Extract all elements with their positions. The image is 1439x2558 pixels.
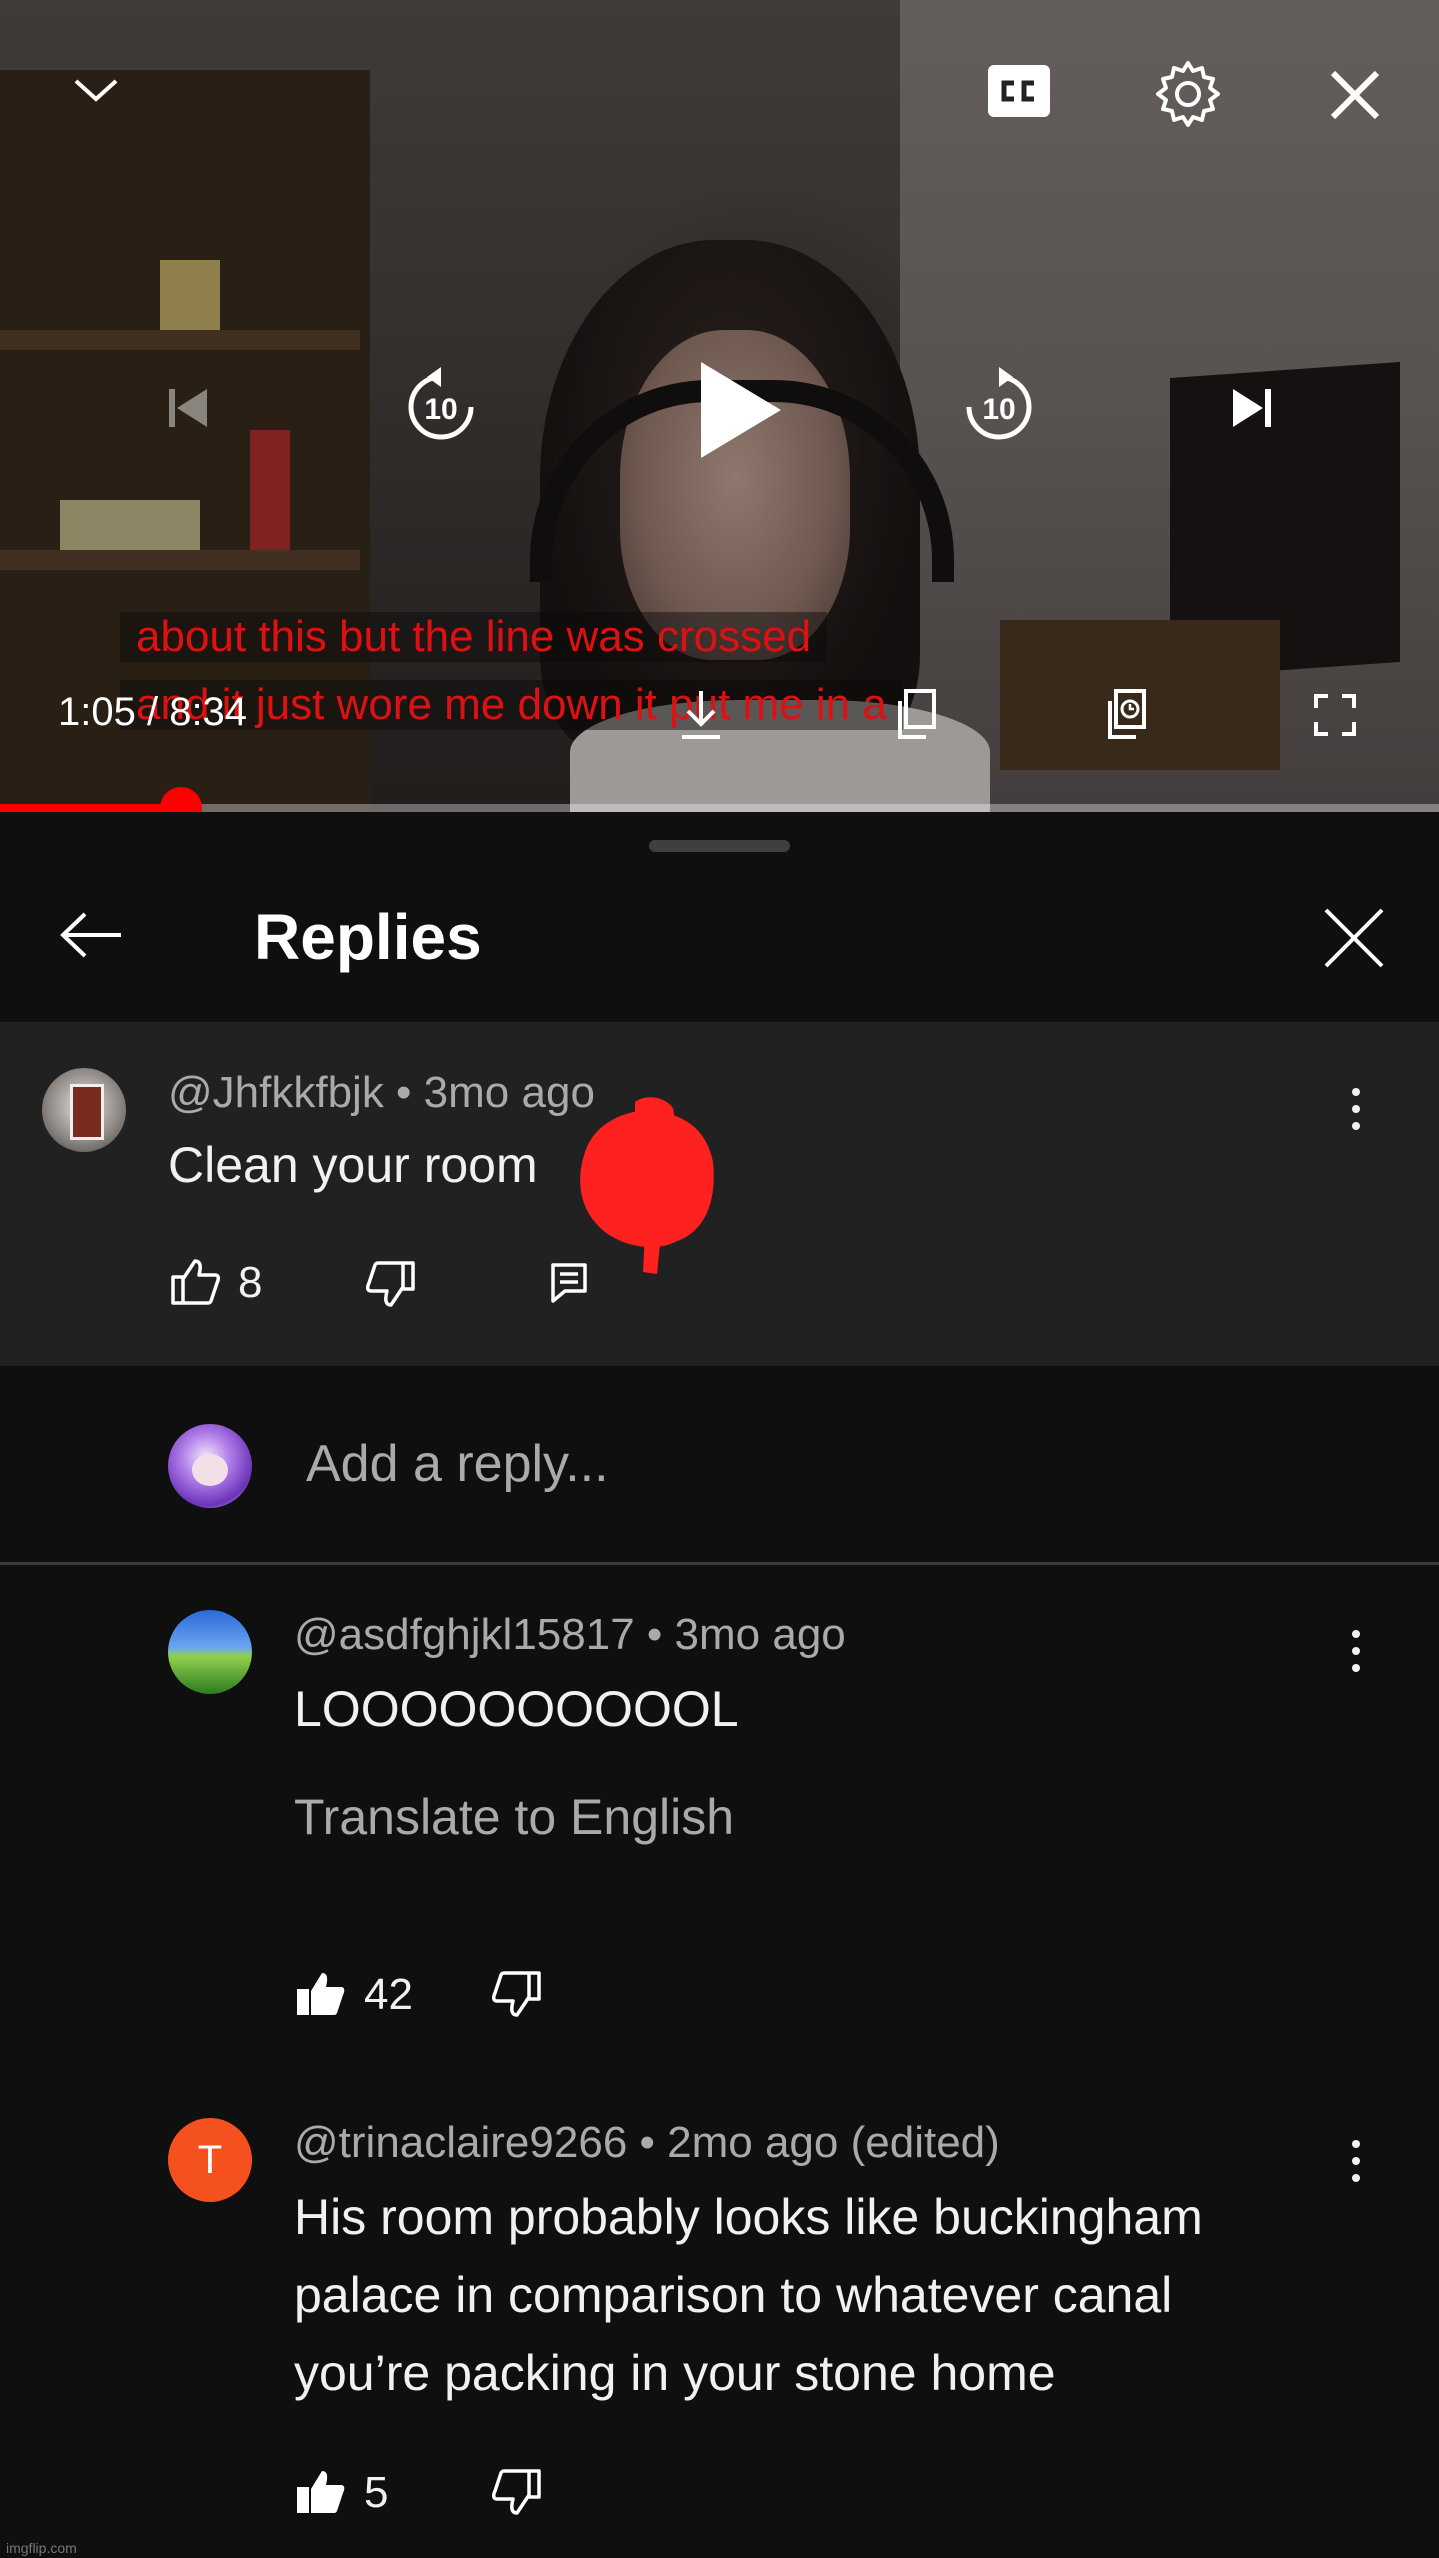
settings-gear-icon[interactable] <box>1152 58 1224 130</box>
reply-like-count: 5 <box>364 2468 389 2517</box>
comment-meta[interactable]: @Jhfkkfbjk • 3mo ago <box>168 1068 595 1118</box>
translate-link[interactable]: Translate to English <box>294 1788 734 1846</box>
reply-text-line: palace in comparison to whatever canal <box>294 2267 1173 2323</box>
rewind-seconds-label: 10 <box>424 393 457 426</box>
reply-meta[interactable]: @asdfghjkl15817 • 3mo ago <box>294 1610 846 1660</box>
liked-icon[interactable] <box>294 1966 348 2020</box>
back-arrow-icon[interactable] <box>50 905 130 965</box>
reply-text: His room probably looks like buckingham … <box>294 2178 1203 2412</box>
forward-seconds-label: 10 <box>982 393 1015 426</box>
comment-text: Clean your room <box>168 1137 538 1193</box>
next-video-icon[interactable] <box>1224 380 1280 436</box>
comment-more-icon[interactable] <box>1352 1088 1360 1139</box>
close-player-icon[interactable] <box>1320 60 1390 130</box>
caption-line-1: about this but the line was crossed <box>120 612 828 662</box>
avatar-letter: T <box>197 2137 223 2182</box>
panel-title: Replies <box>254 901 482 973</box>
reply-meta[interactable]: @trinaclaire9266 • 2mo ago (edited) <box>294 2118 1000 2168</box>
copy-clip-icon[interactable] <box>890 686 940 742</box>
reply-comment-icon[interactable] <box>542 1256 596 1310</box>
play-icon[interactable] <box>680 350 800 470</box>
reply-text-line: His room probably looks like buckingham <box>294 2189 1203 2245</box>
add-reply-input[interactable]: Add a reply... <box>306 1434 609 1494</box>
like-count: 8 <box>238 1258 263 1307</box>
liked-icon[interactable] <box>294 2464 348 2518</box>
close-panel-icon[interactable] <box>1318 902 1390 974</box>
download-icon[interactable] <box>676 686 726 742</box>
current-user-avatar[interactable] <box>168 1424 252 1508</box>
dislike-icon[interactable] <box>364 1258 418 1312</box>
commenter-avatar[interactable] <box>42 1068 126 1152</box>
video-player[interactable]: 10 10 about this but the line was crosse… <box>0 0 1439 812</box>
minimize-chevron-icon[interactable] <box>60 60 132 120</box>
reply-like-count: 42 <box>364 1970 413 2019</box>
red-scribble-redaction <box>580 1097 714 1274</box>
dislike-icon[interactable] <box>490 2466 544 2520</box>
reply-more-icon[interactable] <box>1352 1630 1360 1681</box>
dislike-icon[interactable] <box>490 1968 544 2022</box>
reply-author-avatar[interactable] <box>168 1610 252 1694</box>
watch-later-queue-icon[interactable] <box>1100 686 1150 742</box>
reply-text: LOOOOOOOOOOL <box>294 1681 739 1737</box>
time-display: 1:05 / 8:34 <box>58 690 248 734</box>
closed-captions-icon[interactable] <box>985 62 1053 120</box>
reply-author-avatar[interactable]: T <box>168 2118 252 2202</box>
reply-text-line: you’re packing in your stone home <box>294 2345 1056 2401</box>
progress-track[interactable] <box>0 804 1439 812</box>
forward-10-icon[interactable]: 10 <box>958 366 1040 448</box>
like-icon[interactable] <box>168 1254 222 1308</box>
fullscreen-icon[interactable] <box>1310 690 1360 740</box>
parent-comment: @Jhfkkfbjk • 3mo ago Clean your room 8 <box>0 1022 1439 1366</box>
previous-video-icon[interactable] <box>160 380 216 436</box>
panel-drag-handle[interactable] <box>649 840 790 852</box>
reply-input-divider <box>0 1562 1439 1565</box>
reply-more-icon[interactable] <box>1352 2140 1360 2191</box>
rewind-10-icon[interactable]: 10 <box>400 366 482 448</box>
progress-played <box>0 804 182 812</box>
watermark: imgflip.com <box>6 2540 77 2556</box>
